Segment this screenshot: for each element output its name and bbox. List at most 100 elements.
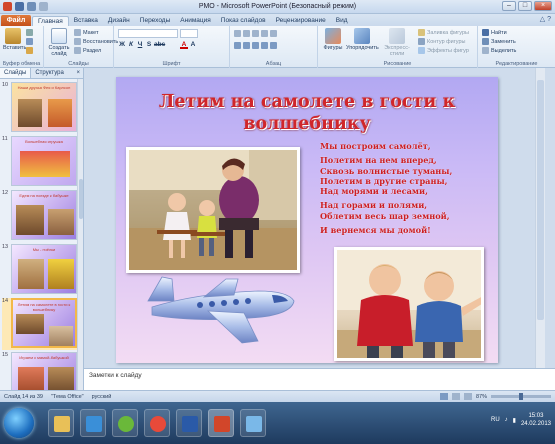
zoom-level[interactable]: 87% — [476, 394, 487, 400]
font-color-icon[interactable]: A — [180, 41, 188, 49]
tab-insert[interactable]: Вставка — [69, 16, 103, 26]
layout-button[interactable]: Макет — [74, 29, 99, 36]
network-icon[interactable]: ▮ — [513, 417, 516, 424]
line-spacing-icon[interactable] — [270, 30, 277, 37]
tab-slides-panel[interactable]: Слайды — [0, 68, 32, 78]
shape-outline-button[interactable]: Контур фигуры — [418, 38, 465, 45]
normal-view-icon[interactable] — [439, 393, 448, 400]
new-slide-button[interactable]: Создать слайд — [47, 28, 71, 57]
align-center-icon[interactable] — [243, 42, 250, 49]
notes-pane[interactable]: Заметки к слайду — [84, 368, 555, 390]
justify-icon[interactable] — [261, 42, 268, 49]
group-slides: Создать слайд Макет Восстановить Раздел … — [44, 26, 118, 68]
reading-view-icon[interactable] — [463, 393, 472, 400]
photo-two-boys[interactable] — [334, 247, 484, 361]
shapes-button[interactable]: Фигуры — [322, 28, 344, 51]
slide-thumbnail[interactable]: 11 Волшебная игрушка — [2, 136, 82, 188]
slide-thumbnail[interactable]: 10 Наши друзья Фея и Карлсон — [2, 82, 82, 134]
grow-font-icon[interactable]: A — [189, 41, 197, 49]
columns-icon[interactable] — [270, 42, 277, 49]
start-button[interactable] — [4, 408, 34, 438]
replace-button[interactable]: Заменить — [482, 38, 516, 45]
section-button[interactable]: Раздел — [74, 47, 101, 54]
slide-thumbnail-selected[interactable]: 14 Летим на самолете в гости к волшебник… — [2, 298, 82, 350]
slide-thumbnail[interactable]: 13 Мы - пчёлки — [2, 244, 82, 296]
photo-children-with-teacher[interactable] — [126, 147, 300, 273]
slide-canvas[interactable]: Летим на самолете в гости к волшебнику М… — [116, 77, 498, 363]
system-tray: RU ♪ ▮ 15:03 24.02.2013 — [491, 412, 551, 428]
language-indicator[interactable]: русский — [92, 394, 112, 400]
tab-file[interactable]: Файл — [1, 15, 31, 26]
volume-icon[interactable]: ♪ — [505, 417, 508, 423]
taskbar-explorer-icon[interactable] — [48, 409, 74, 437]
taskbar-photo-icon[interactable] — [240, 409, 266, 437]
taskbar-word-icon[interactable] — [176, 409, 202, 437]
slide-scrollbar[interactable] — [535, 68, 545, 368]
slides-panel: Слайды Структура × 10 Наши друзья Фея и … — [0, 68, 84, 402]
shapes-icon — [325, 28, 341, 44]
window-title: РМО - Microsoft PowerPoint (Безопасный р… — [198, 3, 357, 10]
tab-outline-panel[interactable]: Структура — [31, 68, 67, 78]
shape-fill-button[interactable]: Заливка фигуры — [418, 29, 469, 36]
panel-scrollbar[interactable] — [77, 79, 83, 390]
clock[interactable]: 15:03 24.02.2013 — [521, 412, 551, 428]
sorter-view-icon[interactable] — [451, 393, 460, 400]
italic-button[interactable]: К — [127, 41, 135, 49]
arrange-button[interactable]: Упорядочить — [346, 28, 379, 51]
numbering-icon[interactable] — [243, 30, 250, 37]
taskbar-media-icon[interactable] — [80, 409, 106, 437]
copy-icon[interactable] — [26, 38, 33, 45]
format-painter-icon[interactable] — [26, 47, 33, 54]
font-name-input[interactable] — [118, 29, 178, 38]
notes-placeholder: Заметки к слайду — [89, 372, 142, 379]
binoculars-icon — [482, 29, 489, 36]
group-font: Ж К Ч S abc A A Шрифт — [114, 26, 230, 68]
ribbon-tabs: Файл Главная Вставка Дизайн Переходы Ани… — [0, 14, 555, 26]
tab-slideshow[interactable]: Показ слайдов — [216, 16, 271, 26]
align-left-icon[interactable] — [234, 42, 241, 49]
align-right-icon[interactable] — [252, 42, 259, 49]
help-icon[interactable]: △ ? — [540, 15, 551, 23]
slide-counter: Слайд 14 из 39 — [4, 394, 43, 400]
slide-editor: Летим на самолете в гости к волшебнику М… — [84, 68, 545, 368]
shadow-button[interactable]: S — [145, 41, 153, 49]
keyboard-language[interactable]: RU — [491, 417, 500, 423]
increase-indent-icon[interactable] — [261, 30, 268, 37]
paste-button[interactable]: Вставить — [3, 28, 26, 51]
strikethrough-button[interactable]: abc — [154, 41, 165, 49]
tab-review[interactable]: Рецензирование — [271, 16, 331, 26]
slide-thumbnail[interactable]: 12 Едем на поезде к бабушке — [2, 190, 82, 242]
poem-text[interactable]: Мы построим самолёт, Полетим на нем впер… — [320, 141, 490, 235]
find-button[interactable]: Найти — [482, 29, 507, 36]
group-clipboard: Вставить Буфер обмена — [0, 26, 44, 68]
tab-design[interactable]: Дизайн — [103, 16, 135, 26]
quick-styles-button[interactable]: Экспресс-стили — [380, 28, 414, 57]
new-slide-icon — [51, 28, 67, 44]
taskbar-torrent-icon[interactable] — [112, 409, 138, 437]
taskbar-yandex-icon[interactable] — [144, 409, 170, 437]
cut-icon[interactable] — [26, 29, 33, 36]
bold-button[interactable]: Ж — [118, 41, 126, 49]
replace-icon — [482, 38, 489, 45]
minimize-button[interactable]: – — [502, 1, 516, 11]
maximize-button[interactable]: □ — [518, 1, 532, 11]
zoom-slider[interactable] — [491, 393, 551, 400]
shape-effects-button[interactable]: Эффекты фигур — [418, 47, 469, 54]
underline-button[interactable]: Ч — [136, 41, 144, 49]
reset-button[interactable]: Восстановить — [74, 38, 118, 45]
close-button[interactable]: × — [534, 1, 552, 11]
tab-home[interactable]: Главная — [32, 16, 69, 26]
taskbar-powerpoint-icon[interactable] — [208, 409, 234, 437]
bullets-icon[interactable] — [234, 30, 241, 37]
select-button[interactable]: Выделить — [482, 47, 516, 54]
slide-title[interactable]: Летим на самолете в гости к волшебнику — [126, 91, 488, 135]
decrease-indent-icon[interactable] — [252, 30, 259, 37]
font-size-input[interactable] — [180, 29, 198, 38]
paste-icon — [5, 28, 21, 44]
tab-transitions[interactable]: Переходы — [135, 16, 176, 26]
group-editing: Найти Заменить Выделить Редактирование — [478, 26, 555, 68]
close-panel-icon[interactable]: × — [76, 68, 83, 78]
airplane-image[interactable] — [138, 267, 298, 351]
tab-animation[interactable]: Анимация — [175, 16, 216, 26]
tab-view[interactable]: Вид — [331, 16, 353, 26]
